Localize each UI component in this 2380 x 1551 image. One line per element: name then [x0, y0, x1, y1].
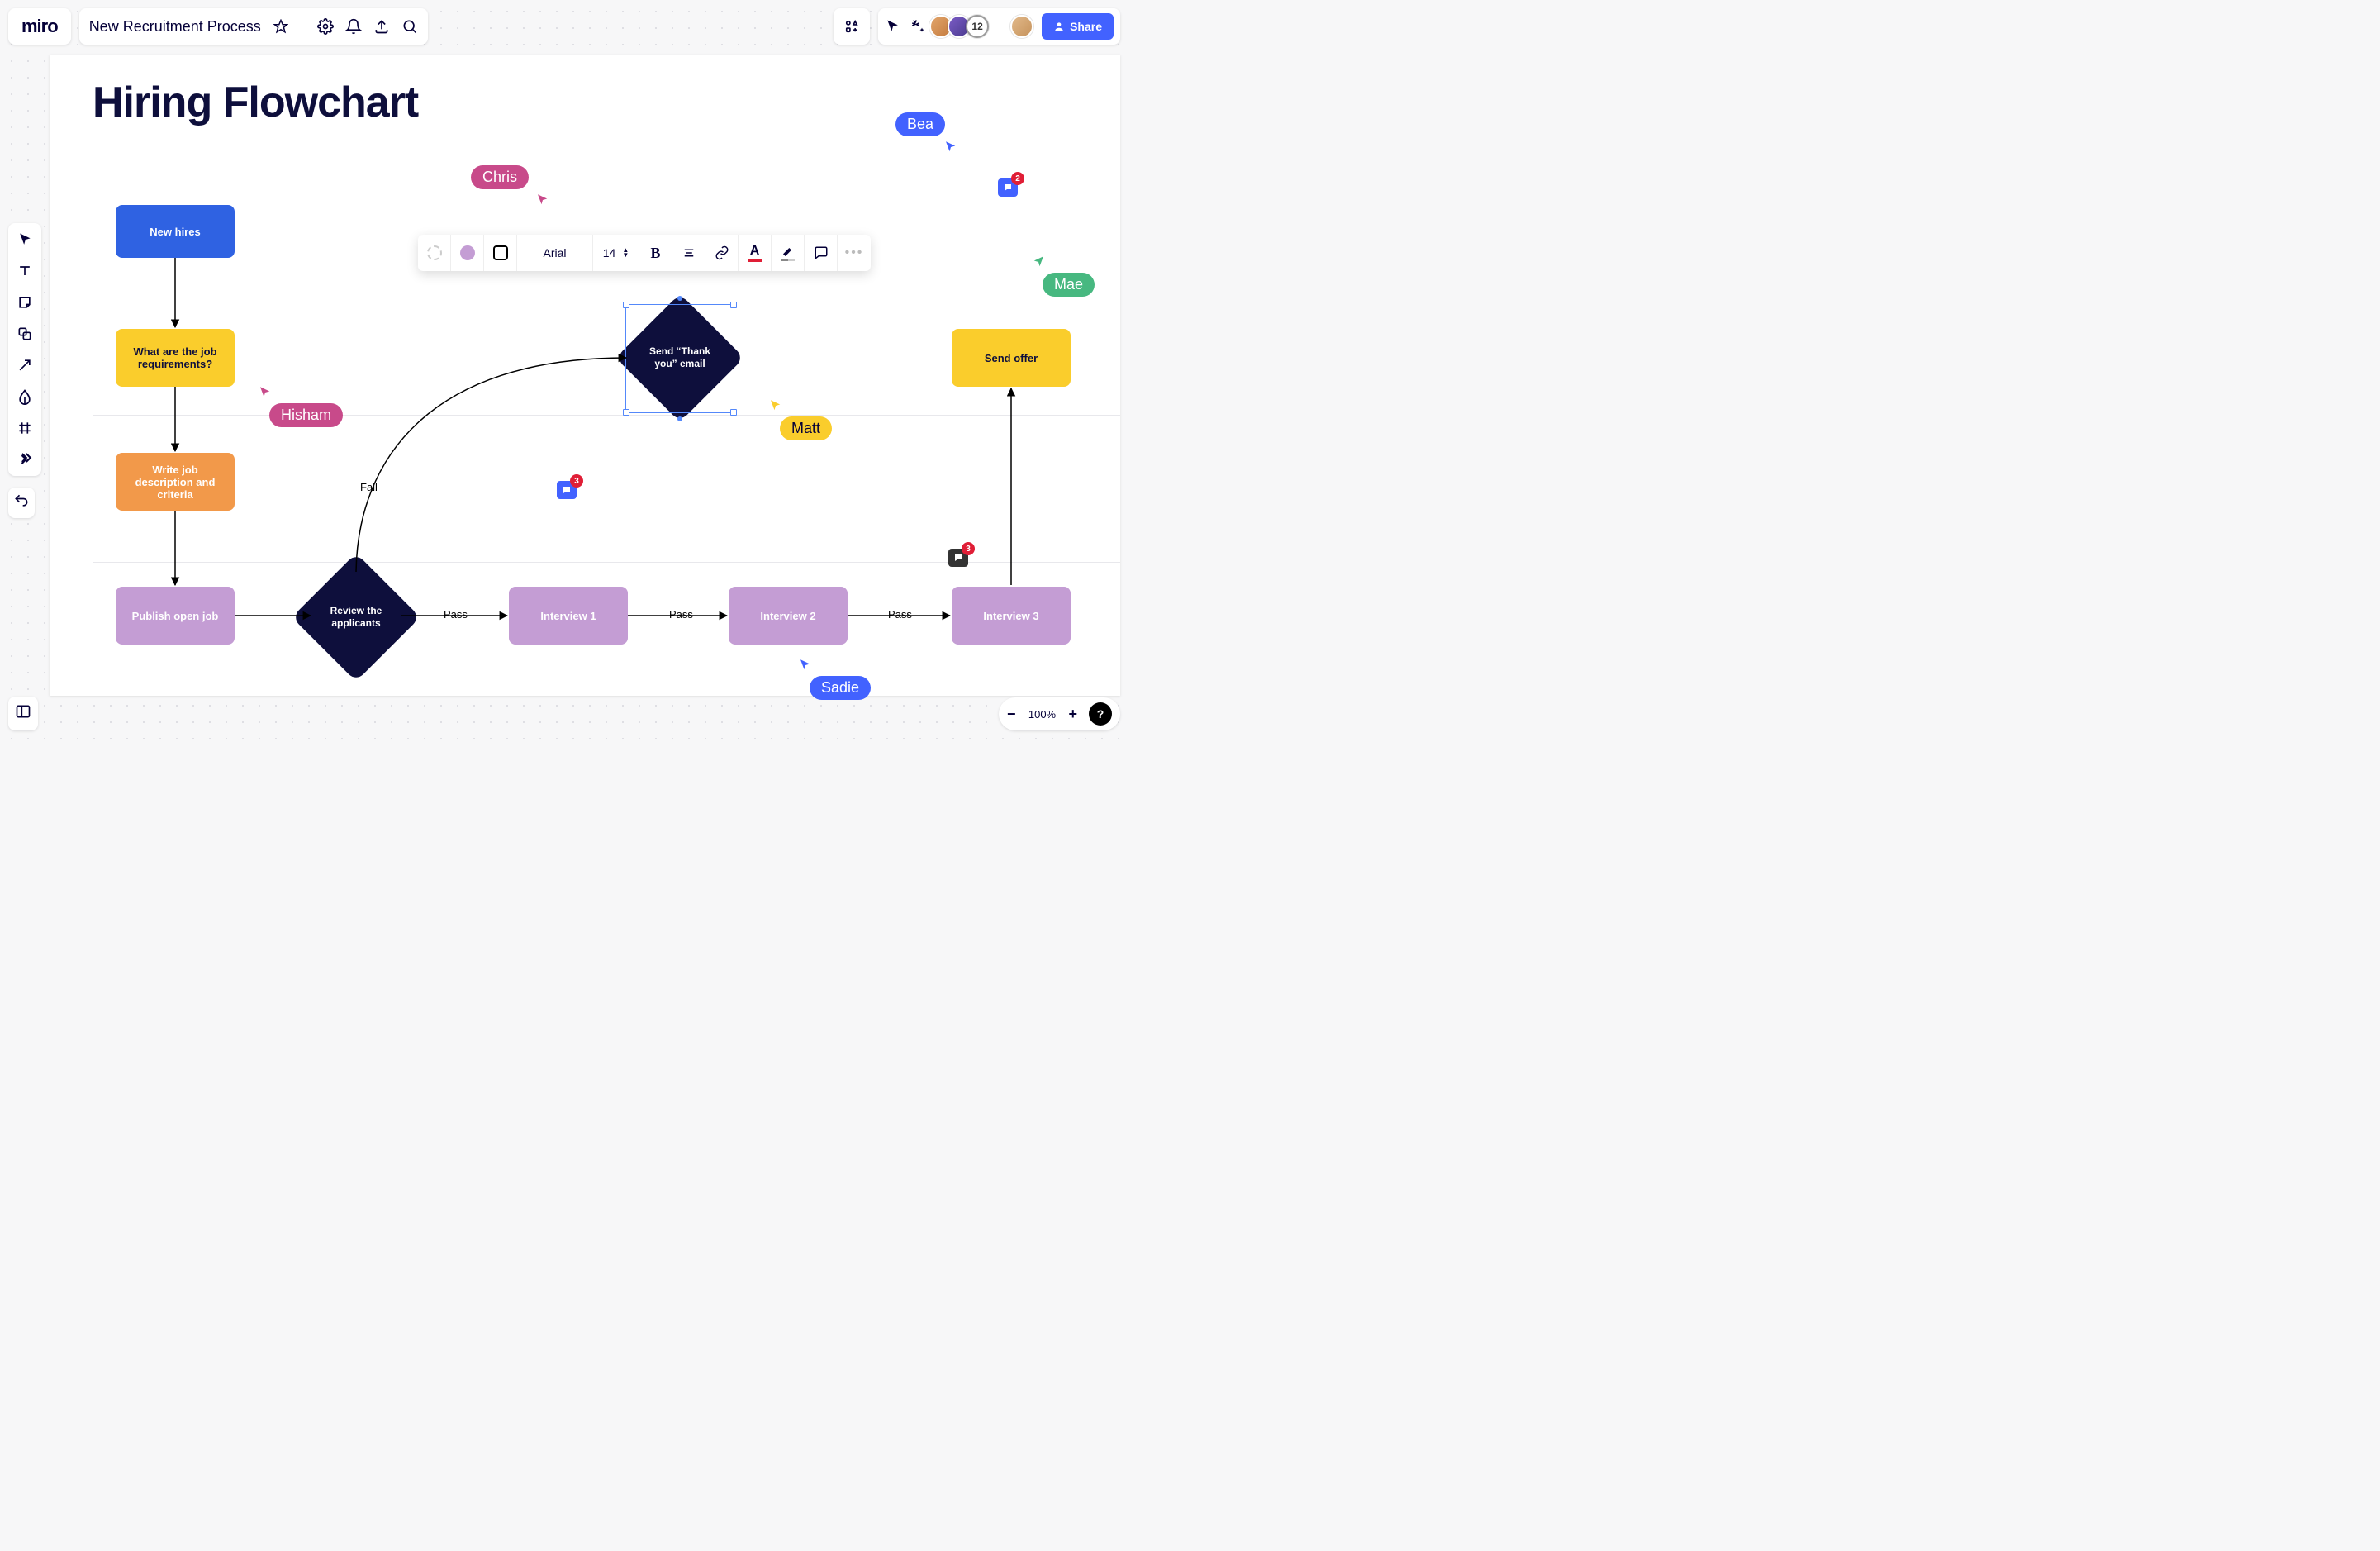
ctx-comment[interactable]	[805, 235, 838, 271]
top-bar-right: 12 Share	[834, 8, 1120, 45]
node-review[interactable]: Review the applicants	[292, 553, 420, 682]
cursor-matt-label: Matt	[780, 416, 832, 440]
more-tools[interactable]	[13, 448, 36, 471]
edge-label-pass-3: Pass	[888, 608, 912, 621]
ctx-font[interactable]: Arial	[517, 235, 593, 271]
avatar-more-count[interactable]: 12	[966, 15, 989, 38]
comment-3-count: 3	[962, 542, 975, 555]
miro-logo[interactable]: miro	[17, 16, 63, 37]
cursor-bea: Bea	[895, 112, 958, 155]
node-send-offer[interactable]: Send offer	[952, 329, 1071, 387]
reactions-icon[interactable]	[910, 18, 926, 35]
collab-panel: 12 Share	[878, 8, 1120, 45]
edge-label-fail: Fail	[360, 481, 378, 493]
ctx-text-color[interactable]: A	[739, 235, 772, 271]
cursor-chris-label: Chris	[471, 165, 529, 189]
frame-tool[interactable]	[13, 416, 36, 440]
ctx-highlight[interactable]	[772, 235, 805, 271]
cursor-mode-icon[interactable]	[885, 18, 901, 35]
node-interview1[interactable]: Interview 1	[509, 587, 628, 645]
node-thank-you[interactable]: Send “Thank you” email	[615, 293, 744, 422]
frames-icon	[15, 703, 31, 720]
collaborator-avatars[interactable]: 12	[934, 15, 989, 38]
comment-icon	[1002, 183, 1014, 193]
cursor-hisham: Hisham	[258, 385, 343, 427]
comment-2[interactable]: 2	[998, 178, 1018, 197]
zoom-out-button[interactable]: −	[1007, 706, 1016, 723]
ctx-font-size[interactable]: 14▲▼	[593, 235, 639, 271]
node-new-hires[interactable]: New hires	[116, 205, 235, 258]
cursor-matt: Matt	[768, 398, 832, 440]
left-toolbar	[8, 223, 41, 476]
ctx-no-fill[interactable]	[418, 235, 451, 271]
cursor-sadie-icon	[798, 658, 813, 673]
zoom-level[interactable]: 100%	[1027, 708, 1057, 721]
comment-3[interactable]: 3	[948, 549, 968, 567]
cursor-matt-icon	[768, 398, 783, 413]
node-review-label: Review the applicants	[311, 572, 401, 663]
share-button[interactable]: Share	[1042, 13, 1114, 40]
node-interview2[interactable]: Interview 2	[729, 587, 848, 645]
text-tool[interactable]	[13, 259, 36, 283]
board-frame[interactable]: Hiring Flowchart New hires What are the …	[50, 55, 1120, 696]
node-thank-you-label: Send “Thank you” email	[634, 312, 725, 403]
edge-label-pass-2: Pass	[669, 608, 693, 621]
comment-1[interactable]: 3	[557, 481, 577, 499]
arrow-tool[interactable]	[13, 354, 36, 377]
search-icon[interactable]	[401, 18, 418, 35]
cursor-sadie-label: Sadie	[810, 676, 871, 700]
zoom-in-button[interactable]: +	[1068, 706, 1077, 723]
cursor-mae-label: Mae	[1043, 273, 1095, 297]
settings-icon[interactable]	[317, 18, 334, 35]
zoom-control: − 100% + ?	[999, 697, 1120, 730]
comment-icon	[952, 553, 964, 563]
apps-icon	[843, 18, 860, 35]
cursor-bea-label: Bea	[895, 112, 945, 136]
node-interview3[interactable]: Interview 3	[952, 587, 1071, 645]
cursor-sadie: Sadie	[798, 658, 871, 700]
cursor-chris: Chris	[471, 165, 550, 207]
ctx-font-size-value: 14	[603, 246, 616, 259]
frames-panel-button[interactable]	[8, 697, 38, 730]
edge-label-pass-1: Pass	[444, 608, 468, 621]
cursor-hisham-label: Hisham	[269, 403, 343, 427]
logo-panel: miro	[8, 8, 71, 45]
ctx-border[interactable]	[484, 235, 517, 271]
board-header-panel: New Recruitment Process	[79, 8, 428, 45]
board-name[interactable]: New Recruitment Process	[89, 18, 261, 36]
frame-title[interactable]: Hiring Flowchart	[93, 78, 418, 127]
context-toolbar[interactable]: Arial 14▲▼ B A •••	[418, 235, 871, 271]
node-publish[interactable]: Publish open job	[116, 587, 235, 645]
star-icon[interactable]	[273, 18, 289, 35]
undo-icon[interactable]	[13, 492, 30, 509]
ctx-more[interactable]: •••	[838, 235, 871, 271]
ctx-fill-color[interactable]	[451, 235, 484, 271]
ctx-align[interactable]	[672, 235, 705, 271]
node-requirements[interactable]: What are the job requirements?	[116, 329, 235, 387]
export-icon[interactable]	[373, 18, 390, 35]
comment-1-count: 3	[570, 474, 583, 488]
avatar-me[interactable]	[1010, 15, 1033, 38]
cursor-chris-icon	[535, 193, 550, 207]
ctx-link[interactable]	[705, 235, 739, 271]
bell-icon[interactable]	[345, 18, 362, 35]
comment-icon	[561, 485, 572, 495]
undo-panel	[8, 488, 35, 518]
top-bar-left: miro New Recruitment Process	[8, 8, 428, 45]
cursor-mae-icon	[1031, 255, 1046, 269]
node-write-desc[interactable]: Write job description and criteria	[116, 453, 235, 511]
sticky-tool[interactable]	[13, 291, 36, 314]
cursor-bea-icon	[943, 140, 958, 155]
select-tool[interactable]	[13, 228, 36, 251]
apps-button[interactable]	[834, 8, 870, 45]
cursor-hisham-icon	[258, 385, 273, 400]
comment-2-count: 2	[1011, 172, 1024, 185]
person-icon	[1053, 21, 1065, 32]
help-button[interactable]: ?	[1089, 702, 1112, 726]
share-label: Share	[1070, 20, 1102, 33]
cursor-mae: Mae	[1031, 255, 1095, 297]
pen-tool[interactable]	[13, 385, 36, 408]
shape-tool[interactable]	[13, 322, 36, 345]
ctx-bold[interactable]: B	[639, 235, 672, 271]
